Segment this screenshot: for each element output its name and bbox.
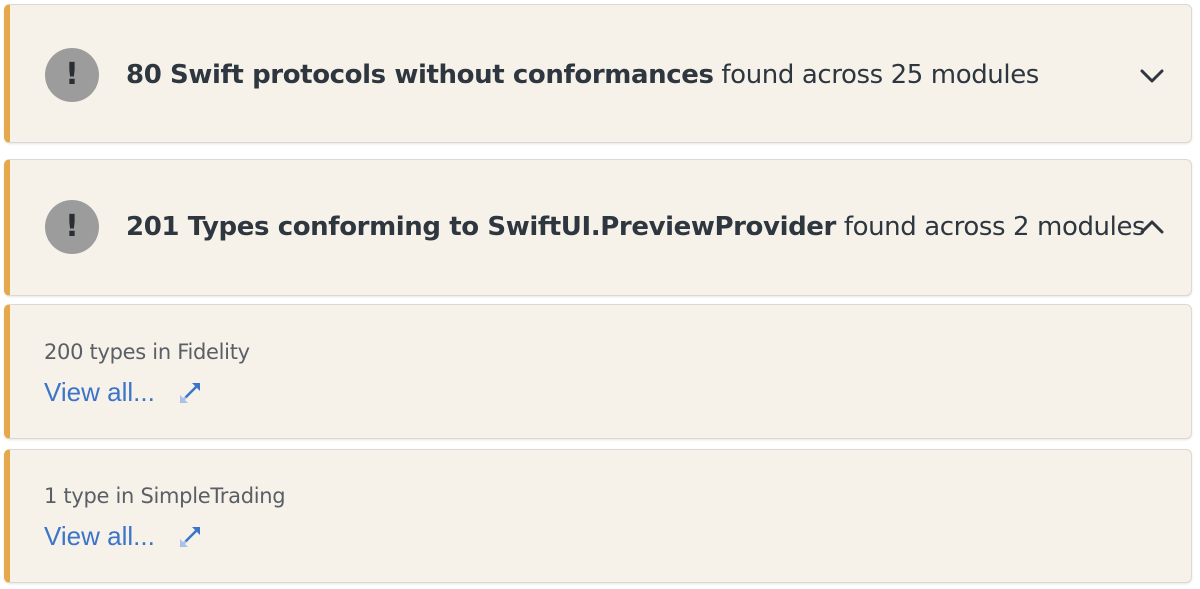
finding-detail-fidelity: 200 types in Fidelity View all...	[4, 304, 1192, 439]
finding-title: 201 Types conforming to SwiftUI.PreviewP…	[126, 212, 1146, 242]
finding-count-label: 201 Types conforming to SwiftUI.PreviewP…	[126, 212, 836, 242]
finding-detail-simpletrading: 1 type in SimpleTrading View all...	[4, 449, 1192, 583]
finding-header-preview-providers[interactable]: ! 201 Types conforming to SwiftUI.Previe…	[4, 159, 1192, 296]
finding-suffix: found across 2 modules	[835, 212, 1146, 242]
finding-header-protocols[interactable]: ! 80 Swift protocols without conformance…	[4, 4, 1192, 143]
view-all-link[interactable]: View all...	[44, 377, 155, 408]
expand-arrows-icon[interactable]	[176, 521, 206, 551]
expand-arrows-icon[interactable]	[176, 377, 206, 407]
finding-suffix: found across 25 modules	[713, 60, 1039, 90]
finding-count-label: 80 Swift protocols without conformances	[126, 60, 714, 90]
module-type-count: 200 types in Fidelity	[44, 340, 250, 364]
warning-exclamation-icon: !	[45, 200, 99, 254]
view-all-link[interactable]: View all...	[44, 521, 155, 552]
module-type-count: 1 type in SimpleTrading	[44, 484, 286, 508]
chevron-down-icon[interactable]	[1139, 63, 1165, 89]
finding-title: 80 Swift protocols without conformances …	[126, 60, 1039, 90]
chevron-up-icon[interactable]	[1139, 214, 1165, 240]
warning-exclamation-icon: !	[45, 48, 99, 102]
findings-list: ! 80 Swift protocols without conformance…	[0, 0, 1200, 589]
